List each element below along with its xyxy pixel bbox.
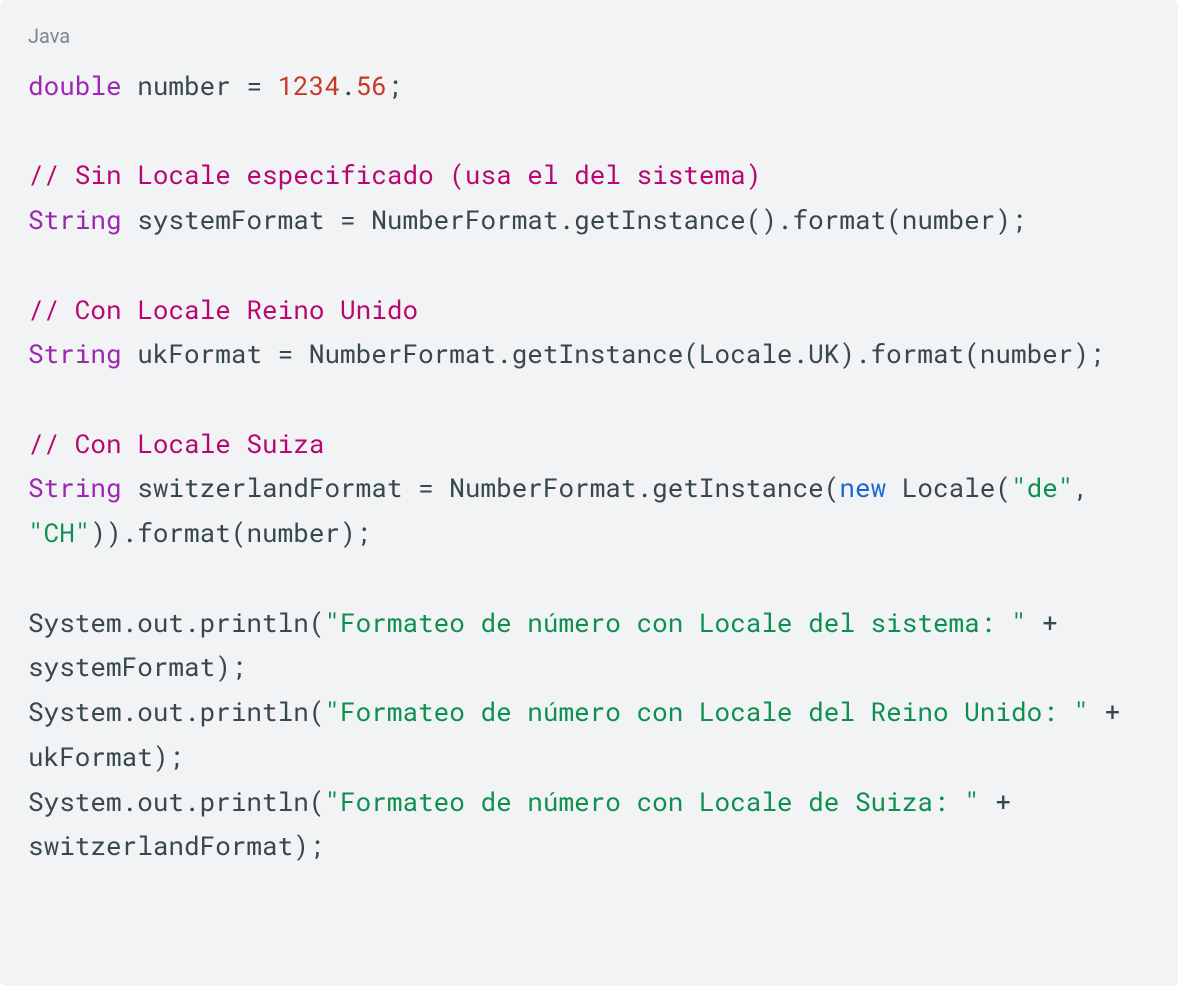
code-text: systemFormat = NumberFormat.getInstance(… [122,203,1027,237]
code-text: System.out.println( [28,606,324,640]
blank-line [28,114,44,148]
code-text: Locale( [886,471,1011,505]
code-content: double number = 1234.56; // Sin Locale e… [28,64,1150,869]
type-string: String [28,203,122,237]
comment: // Sin Locale especificado (usa el del s… [28,158,761,192]
code-text: , [1073,471,1104,505]
code-text: . [340,69,356,103]
string-literal: "Formateo de número con Locale del siste… [324,606,1026,640]
code-text: System.out.println( [28,785,324,819]
string-literal: "Formateo de número con Locale de Suiza:… [324,785,979,819]
number-literal: 1234 [278,69,340,103]
code-text: System.out.println( [28,695,324,729]
type-string: String [28,471,122,505]
code-text: number = [122,69,278,103]
comment: // Con Locale Reino Unido [28,293,418,327]
string-literal: "de" [1011,471,1073,505]
string-literal: "Formateo de número con Locale del Reino… [324,695,1089,729]
code-text: ; [387,69,403,103]
code-text: switzerlandFormat = NumberFormat.getInst… [122,471,840,505]
code-text: ukFormat = NumberFormat.getInstance(Loca… [122,337,1105,371]
blank-line [28,561,44,595]
string-literal: "CH" [28,516,90,550]
type-string: String [28,337,122,371]
keyword-new: new [839,471,886,505]
comment: // Con Locale Suiza [28,427,324,461]
blank-line [28,248,44,282]
language-label: Java [28,24,1150,48]
code-block: Java double number = 1234.56; // Sin Loc… [0,0,1178,986]
keyword-double: double [28,69,122,103]
blank-line [28,382,44,416]
number-literal: 56 [356,69,387,103]
code-text: )).format(number); [90,516,371,550]
